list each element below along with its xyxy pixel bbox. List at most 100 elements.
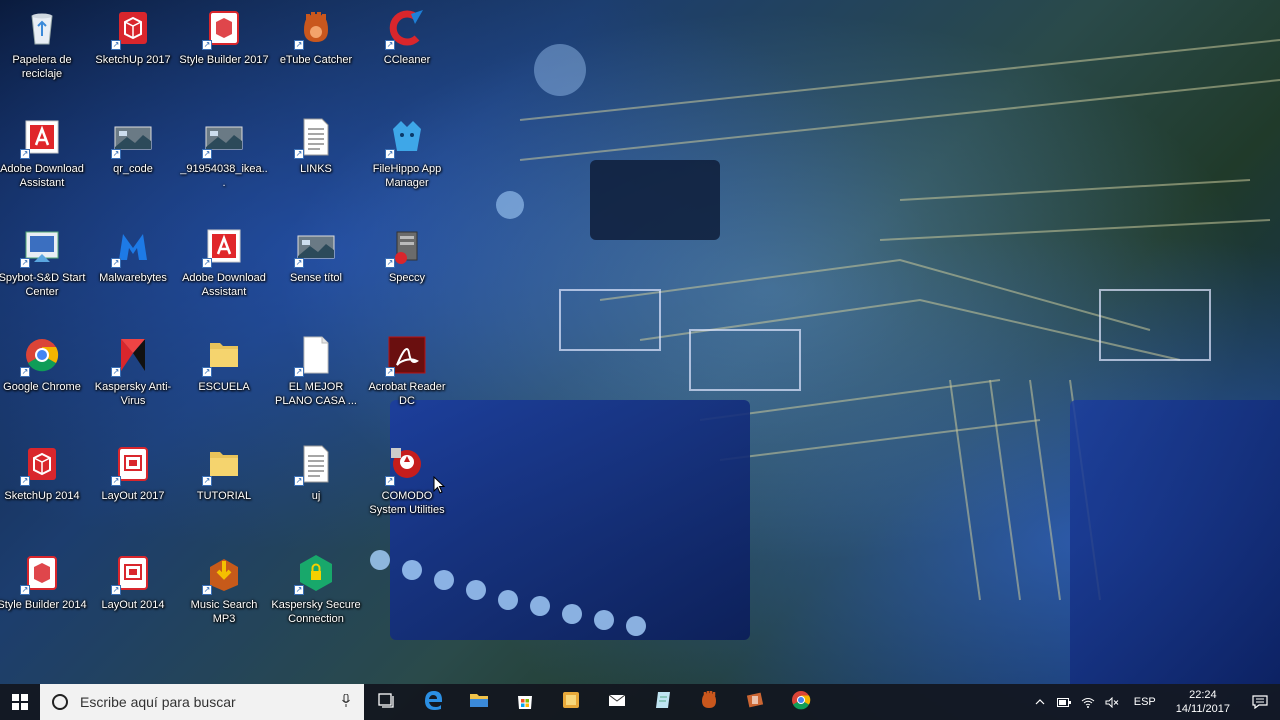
shortcut-arrow-icon: ↗ bbox=[385, 476, 395, 486]
shortcut-arrow-icon: ↗ bbox=[111, 40, 121, 50]
microphone-icon[interactable] bbox=[342, 694, 350, 707]
desktop-icon[interactable]: ↗ Acrobat Reader DC bbox=[363, 327, 451, 431]
folder-icon: ↗ bbox=[202, 333, 246, 377]
shortcut-arrow-icon: ↗ bbox=[385, 149, 395, 159]
taskbar-etube-catcher-button[interactable] bbox=[686, 684, 732, 720]
mouse-cursor-icon bbox=[433, 476, 445, 494]
etube-catcher-icon bbox=[698, 689, 720, 716]
desktop-icon-label: Kaspersky Anti-Virus bbox=[94, 381, 172, 407]
clock-time: 22:24 bbox=[1189, 689, 1217, 701]
ccleaner-icon: ↗ bbox=[385, 6, 429, 50]
taskbar-task-view-button[interactable] bbox=[364, 684, 410, 720]
taskbar-mail-button[interactable] bbox=[594, 684, 640, 720]
desktop: Papelera de reciclaje ↗ SketchUp 2017 ↗ Styl… bbox=[0, 0, 1280, 684]
shortcut-arrow-icon: ↗ bbox=[294, 585, 304, 595]
desktop-icon-label: qr_code bbox=[113, 163, 153, 175]
edge-icon bbox=[422, 689, 444, 716]
desktop-icon[interactable]: ↗ eTube Catcher bbox=[272, 0, 360, 104]
desktop-icon[interactable]: ↗ Adobe Download Assistant bbox=[0, 109, 86, 213]
desktop-icon[interactable]: ↗ LayOut 2017 bbox=[89, 436, 177, 540]
desktop-icon-label: ESCUELA bbox=[198, 381, 250, 393]
shortcut-arrow-icon: ↗ bbox=[202, 367, 212, 377]
desktop-icon[interactable]: ↗ FileHippo App Manager bbox=[363, 109, 451, 213]
shortcut-arrow-icon: ↗ bbox=[111, 367, 121, 377]
desktop-icon-label: LayOut 2017 bbox=[101, 490, 165, 502]
shortcut-arrow-icon: ↗ bbox=[202, 476, 212, 486]
desktop-icon[interactable]: ↗ EL MEJOR PLANO CASA ... bbox=[272, 327, 360, 431]
desktop-icon-label: LayOut 2014 bbox=[101, 599, 165, 611]
comodo-icon: ↗ bbox=[385, 442, 429, 486]
desktop-icon[interactable]: Papelera de reciclaje bbox=[0, 0, 86, 104]
desktop-icon-label: SketchUp 2014 bbox=[4, 490, 80, 502]
desktop-icon[interactable]: ↗ Speccy bbox=[363, 218, 451, 322]
desktop-icon[interactable]: ↗ Style Builder 2014 bbox=[0, 545, 87, 649]
chrome-icon: ↗ bbox=[20, 333, 64, 377]
desktop-icon[interactable]: ↗ Style Builder 2017 bbox=[179, 0, 269, 104]
desktop-icon[interactable]: ↗ Adobe Download Assistant bbox=[180, 218, 268, 322]
show-hidden-icons-chevron-icon[interactable] bbox=[1028, 684, 1052, 720]
shortcut-arrow-icon: ↗ bbox=[111, 149, 121, 159]
desktop-icon[interactable]: ↗ Google Chrome bbox=[0, 327, 86, 431]
desktop-icon[interactable]: ↗ _91954038_ikea... bbox=[180, 109, 268, 213]
layout-icon: ↗ bbox=[111, 551, 155, 595]
shortcut-arrow-icon: ↗ bbox=[202, 40, 212, 50]
desktop-icon-label: _91954038_ikea... bbox=[180, 163, 268, 189]
desktop-icon[interactable]: ↗ TUTORIAL bbox=[180, 436, 268, 540]
text-document-icon: ↗ bbox=[294, 442, 338, 486]
text-document-icon: ↗ bbox=[294, 115, 338, 159]
recycle-bin-icon bbox=[20, 6, 64, 50]
taskbar-store-button[interactable] bbox=[502, 684, 548, 720]
desktop-icon[interactable]: ↗ ESCUELA bbox=[180, 327, 268, 431]
shortcut-arrow-icon: ↗ bbox=[385, 367, 395, 377]
taskbar-edge-button[interactable] bbox=[410, 684, 456, 720]
mail-icon bbox=[606, 689, 628, 716]
start-button[interactable] bbox=[0, 684, 40, 720]
desktop-icon[interactable]: ↗ LayOut 2014 bbox=[89, 545, 177, 649]
taskbar-clock[interactable]: 22:24 14/11/2017 bbox=[1166, 688, 1240, 716]
taskbar-app-yellow-button[interactable] bbox=[548, 684, 594, 720]
battery-icon[interactable] bbox=[1052, 684, 1076, 720]
desktop-icon[interactable]: ↗ Sense títol bbox=[272, 218, 360, 322]
taskbar-file-explorer-button[interactable] bbox=[456, 684, 502, 720]
notes-icon bbox=[652, 689, 674, 716]
desktop-icon[interactable]: ↗ Kaspersky Secure Connection bbox=[271, 545, 361, 649]
file-explorer-icon bbox=[468, 689, 490, 716]
volume-muted-icon[interactable] bbox=[1100, 684, 1124, 720]
taskbar-chrome-button[interactable] bbox=[778, 684, 824, 720]
desktop-icon[interactable]: ↗ CCleaner bbox=[363, 0, 451, 104]
desktop-icon[interactable]: ↗ LINKS bbox=[272, 109, 360, 213]
image-file-icon: ↗ bbox=[294, 224, 338, 268]
desktop-icon-label: Style Builder 2017 bbox=[179, 54, 269, 66]
taskbar-search-box[interactable]: Escribe aquí para buscar bbox=[40, 684, 364, 720]
layout-icon: ↗ bbox=[111, 442, 155, 486]
desktop-icon[interactable]: ↗ Malwarebytes bbox=[89, 218, 177, 322]
shortcut-arrow-icon: ↗ bbox=[385, 258, 395, 268]
app-icon bbox=[560, 689, 582, 716]
desktop-icon-label: TUTORIAL bbox=[196, 490, 252, 502]
spybot-icon: ↗ bbox=[20, 224, 64, 268]
desktop-icon-label: Papelera de reciclaje bbox=[12, 54, 72, 80]
taskbar: Escribe aquí para buscar ESP 22:24 14/11… bbox=[0, 684, 1280, 720]
network-wifi-icon[interactable] bbox=[1076, 684, 1100, 720]
desktop-icon[interactable]: ↗ Spybot-S&D Start Center bbox=[0, 218, 86, 322]
taskbar-app-notes-button[interactable] bbox=[640, 684, 686, 720]
desktop-icon[interactable]: ↗ SketchUp 2017 bbox=[89, 0, 177, 104]
desktop-icon-label: Speccy bbox=[388, 272, 426, 284]
media-icon bbox=[744, 689, 766, 716]
desktop-icon-label: Adobe Download Assistant bbox=[182, 272, 266, 298]
desktop-icon[interactable]: ↗ Kaspersky Anti-Virus bbox=[89, 327, 177, 431]
desktop-icon[interactable]: ↗ Music Search MP3 bbox=[180, 545, 268, 649]
shortcut-arrow-icon: ↗ bbox=[20, 149, 30, 159]
desktop-icon-label: uj bbox=[311, 490, 321, 502]
desktop-icon-label: FileHippo App Manager bbox=[372, 163, 442, 189]
input-language-indicator[interactable]: ESP bbox=[1124, 696, 1166, 708]
desktop-icon-label: Music Search MP3 bbox=[190, 599, 258, 625]
acrobat-icon: ↗ bbox=[385, 333, 429, 377]
desktop-icon[interactable]: ↗ uj bbox=[272, 436, 360, 540]
action-center-button[interactable] bbox=[1240, 684, 1280, 720]
desktop-icon[interactable]: ↗ SketchUp 2014 bbox=[0, 436, 86, 540]
desktop-icon-label: CCleaner bbox=[383, 54, 431, 66]
blank-document-icon: ↗ bbox=[294, 333, 338, 377]
desktop-icon[interactable]: ↗ qr_code bbox=[89, 109, 177, 213]
taskbar-app-media-button[interactable] bbox=[732, 684, 778, 720]
